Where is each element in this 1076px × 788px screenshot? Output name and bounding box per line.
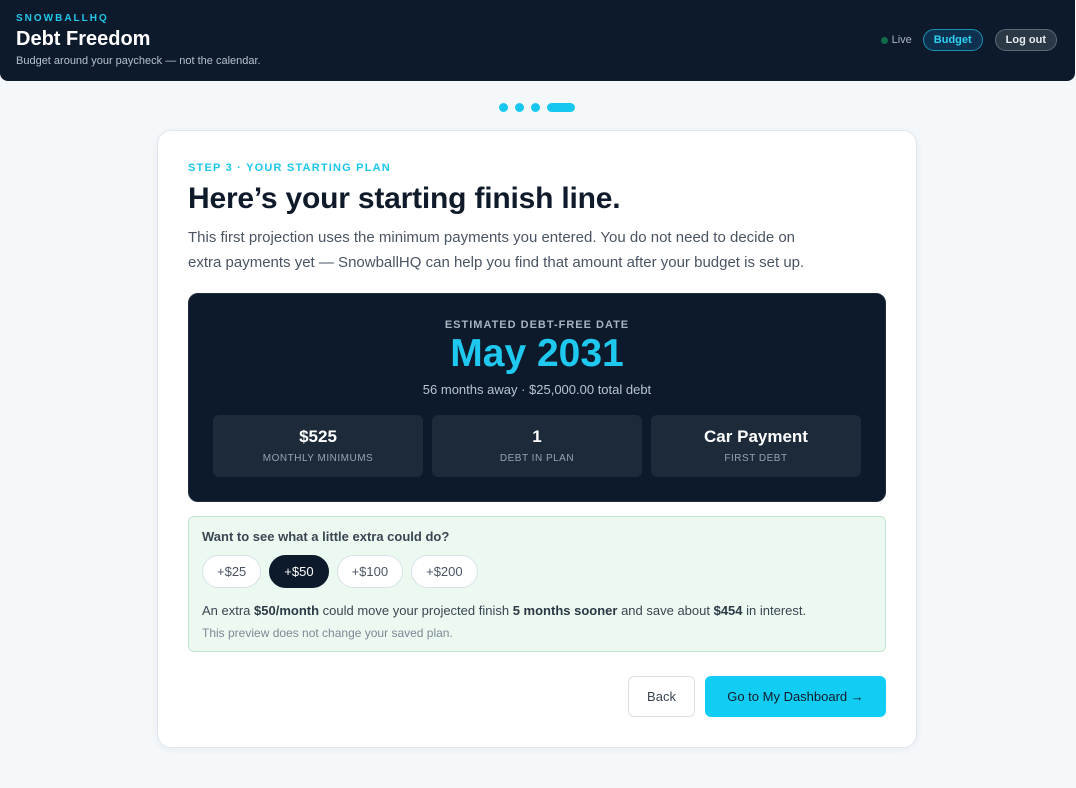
stat-value: Car Payment	[704, 427, 808, 446]
summary-subtext: 56 months away · $25,000.00 total debt	[422, 382, 652, 397]
step-dot-1	[499, 103, 508, 112]
msg-prefix: An extra	[202, 603, 255, 618]
logout-button[interactable]: Log out	[994, 29, 1057, 51]
extra-note: This preview does not change your saved …	[202, 626, 453, 640]
plan-card: STEP 3 · YOUR STARTING PLAN Here’s your …	[157, 130, 917, 748]
msg-suffix: in interest.	[742, 603, 807, 618]
stat-value: $525	[299, 427, 337, 446]
msg-mid2: and save about	[617, 603, 714, 618]
summary-stats: $525 MONTHLY MINIMUMS 1 DEBT IN PLAN Car…	[213, 415, 861, 477]
go-to-dashboard-button[interactable]: Go to My Dashboard →	[705, 676, 886, 717]
live-label: Live	[891, 34, 912, 46]
debt-free-summary: ESTIMATED DEBT-FREE DATE May 2031 56 mon…	[188, 293, 886, 502]
back-button[interactable]: Back	[628, 676, 695, 717]
stat-debt-in-plan: 1 DEBT IN PLAN	[432, 415, 642, 477]
app-header: SNOWBALLHQ Debt Freedom Budget around yo…	[0, 0, 1075, 81]
card-intro: This first projection uses the minimum p…	[188, 229, 805, 271]
card-headline: Here’s your starting finish line.	[188, 182, 621, 215]
extra-title: Want to see what a little extra could do…	[202, 529, 450, 544]
step-dot-current	[547, 103, 575, 112]
msg-amount: $50/month	[254, 603, 320, 618]
stat-label: FIRST DEBT	[724, 453, 788, 464]
msg-mid: could move your projected finish	[319, 603, 513, 618]
step-dot-2	[515, 103, 524, 112]
chip-extra-50[interactable]: +$50	[269, 555, 329, 588]
msg-months: 5 months sooner	[512, 603, 618, 618]
live-status: Live	[880, 34, 912, 46]
debt-free-date: May 2031	[450, 332, 624, 375]
page-subtitle: Budget around your paycheck — not the ca…	[16, 55, 261, 67]
step-dot-3	[531, 103, 540, 112]
chip-extra-200[interactable]: +$200	[411, 555, 478, 588]
extra-amount-chips: +$25 +$50 +$100 +$200	[202, 555, 486, 588]
progress-stepper	[499, 103, 575, 112]
summary-label: ESTIMATED DEBT-FREE DATE	[444, 319, 630, 331]
chip-extra-100[interactable]: +$100	[336, 555, 404, 588]
header-actions: Live Budget Log out	[880, 29, 1057, 51]
msg-savings: $454	[713, 603, 743, 618]
budget-button[interactable]: Budget	[922, 29, 983, 51]
stat-label: MONTHLY MINIMUMS	[262, 453, 374, 464]
extra-result-message: An extra $50/month could move your proje…	[202, 603, 806, 618]
chip-extra-25[interactable]: +$25	[202, 555, 262, 588]
live-dot-icon	[880, 36, 888, 44]
stat-first-debt: Car Payment FIRST DEBT	[651, 415, 861, 477]
brand-kicker: SNOWBALLHQ	[16, 13, 109, 24]
stat-monthly-minimums: $525 MONTHLY MINIMUMS	[213, 415, 423, 477]
stat-label: DEBT IN PLAN	[499, 453, 575, 464]
step-kicker: STEP 3 · YOUR STARTING PLAN	[188, 162, 391, 174]
stat-value: 1	[532, 427, 542, 446]
extra-payment-preview: Want to see what a little extra could do…	[188, 516, 886, 652]
